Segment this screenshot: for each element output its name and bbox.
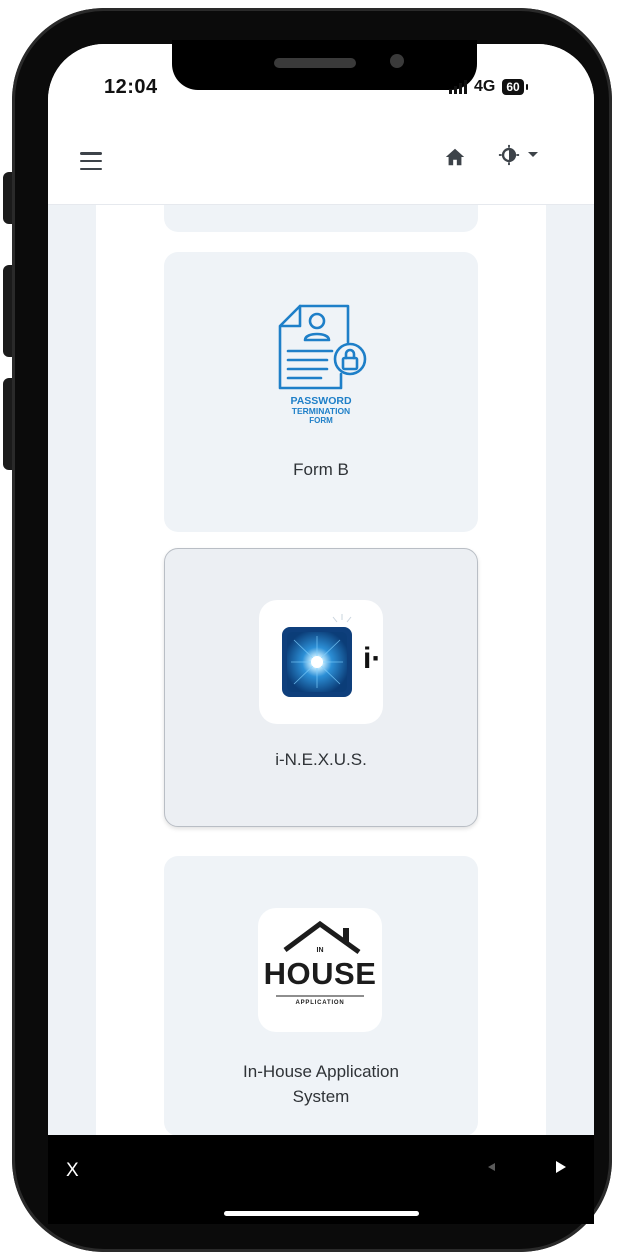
speaker-grille xyxy=(274,58,356,68)
app-navbar xyxy=(48,114,594,205)
home-indicator[interactable] xyxy=(224,1211,419,1216)
signal-icon xyxy=(449,80,467,94)
notch xyxy=(172,40,477,90)
network-type: 4G xyxy=(474,78,496,95)
password-termination-form-logo: PASSWORD TERMINATION FORM xyxy=(278,304,367,425)
content-area: PASSWORD TERMINATION FORM Form B i· i-N.… xyxy=(48,205,594,1135)
menu-button[interactable] xyxy=(80,152,102,170)
contrast-icon xyxy=(498,144,520,166)
app-card-i-nexus[interactable]: i· i-N.E.X.U.S. xyxy=(164,548,478,827)
home-icon[interactable] xyxy=(444,146,466,168)
battery-icon: 60 xyxy=(502,79,529,95)
app-card-previous[interactable] xyxy=(164,205,478,232)
i-nexus-chip-logo xyxy=(282,614,352,697)
in-house-logo-small: IN xyxy=(317,947,324,954)
status-indicators: 4G 60 xyxy=(449,78,529,96)
app-card-label: Form B xyxy=(293,460,349,479)
app-card-label: In-House Application System xyxy=(164,1059,478,1109)
in-house-logo-sub: APPLICATION xyxy=(295,1000,344,1006)
back-arrow-icon xyxy=(488,1163,495,1171)
app-card-in-house[interactable]: IN HOUSE APPLICATION In-House Applicatio… xyxy=(164,856,478,1135)
caret-down-icon xyxy=(528,152,538,157)
in-house-logo-tile: IN HOUSE APPLICATION xyxy=(258,908,382,1032)
form-logo-line-2: TERMINATION xyxy=(292,406,350,416)
app-card-label: i-N.E.X.U.S. xyxy=(275,750,367,769)
app-card-label-line-2: System xyxy=(292,1087,350,1106)
front-camera xyxy=(390,54,404,68)
form-logo-line-3: FORM xyxy=(309,416,333,425)
app-card-label-line-1: In-House Application xyxy=(243,1062,399,1081)
app-card-form-b[interactable]: PASSWORD TERMINATION FORM Form B xyxy=(164,252,478,532)
close-button[interactable]: X xyxy=(66,1160,79,1182)
status-time: 12:04 xyxy=(104,76,158,98)
in-house-logo-main: HOUSE xyxy=(264,956,377,991)
i-nexus-logo-text: i· xyxy=(363,642,382,675)
in-house-logo: IN HOUSE APPLICATION xyxy=(264,920,377,1006)
theme-toggle-button[interactable] xyxy=(498,144,539,166)
i-nexus-logo-tile: i· xyxy=(259,600,383,724)
forward-arrow-icon[interactable] xyxy=(556,1161,566,1173)
